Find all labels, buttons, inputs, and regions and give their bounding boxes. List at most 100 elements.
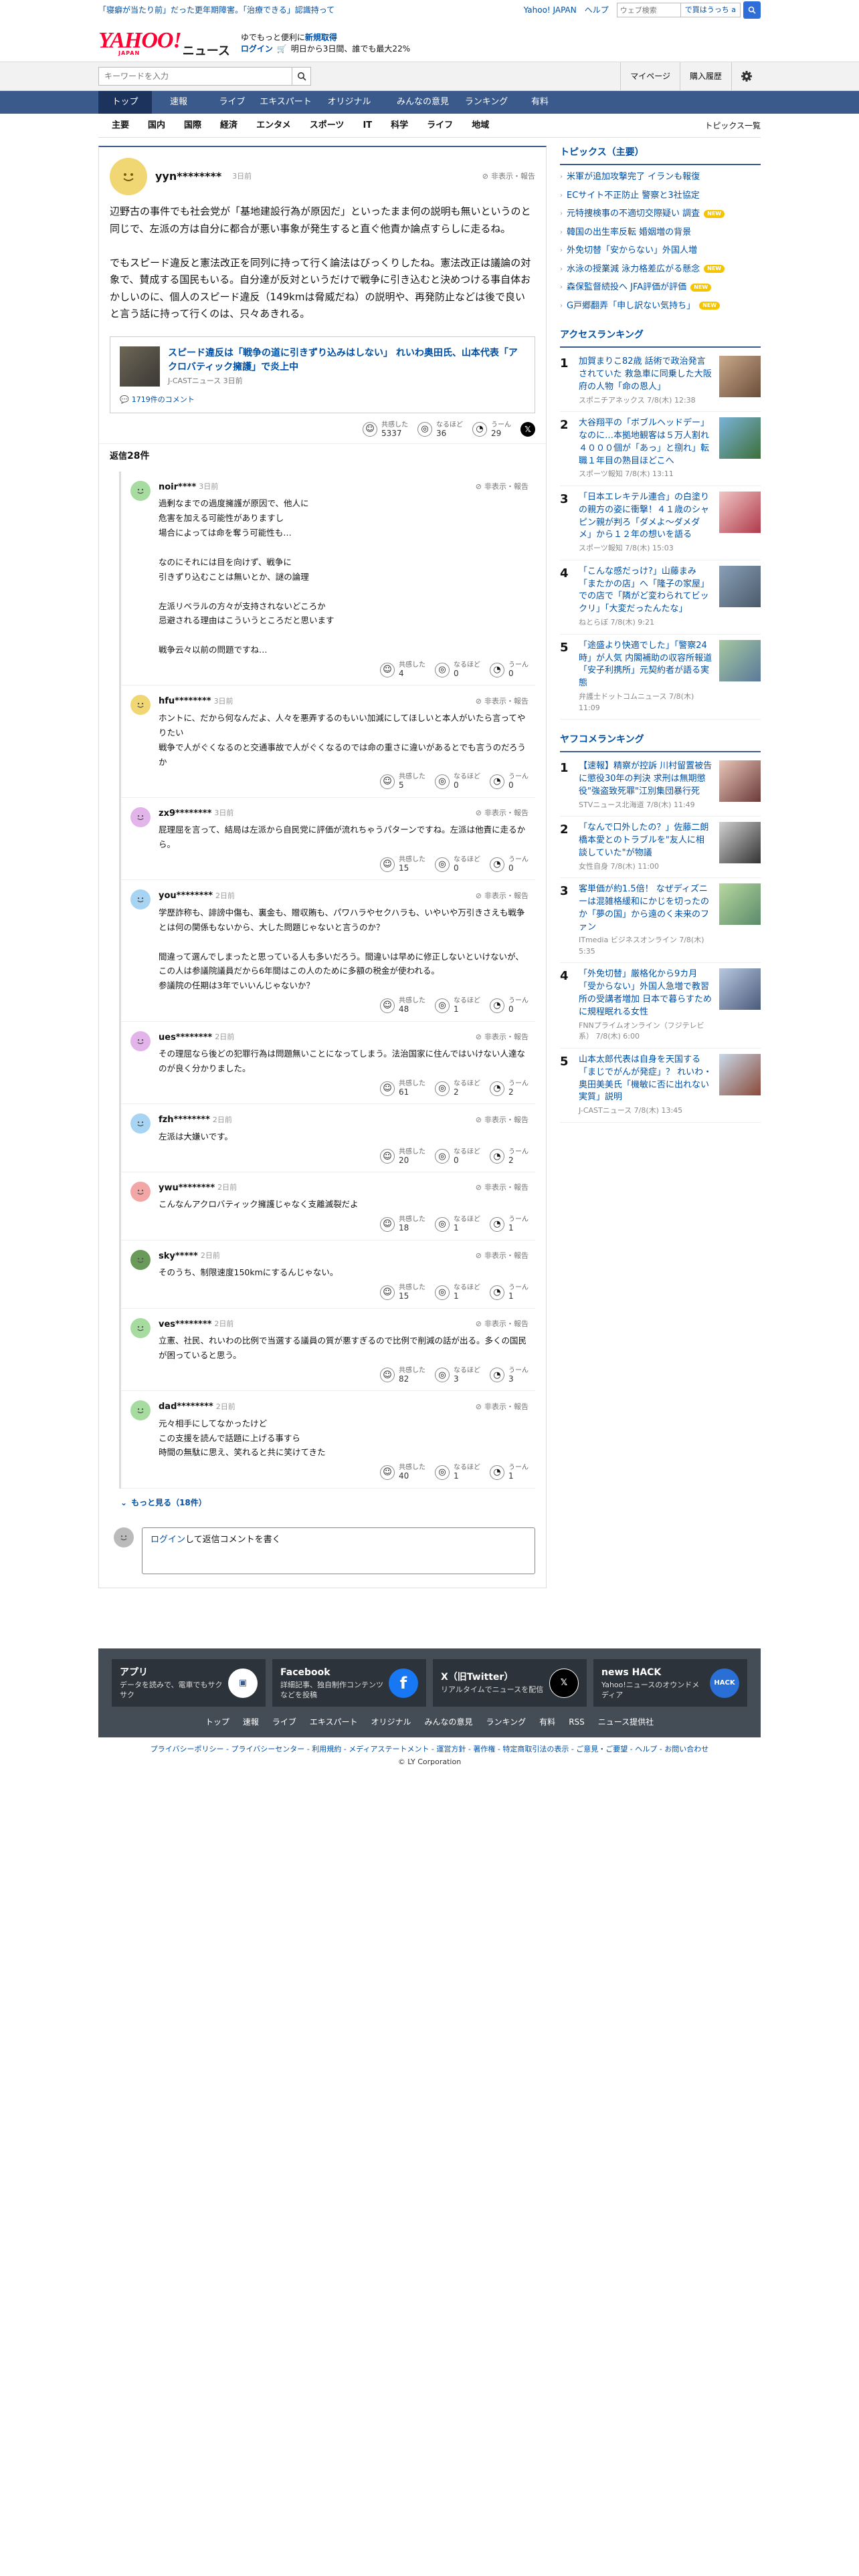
access-ranking-item[interactable]: 3 「日本エレキテル連合」の白塗りの親方の姿に衝撃！４１歳のシャピン親が判ろ「ダメ… — [560, 486, 761, 560]
article-title[interactable]: スピード違反は「戦争の道に引きずり込みはしない」 れいわ奥田氏、山本代表「アクロ… — [168, 346, 525, 374]
react-agree-button[interactable]: ☺ 共感した 20 — [380, 1148, 425, 1165]
topic-item[interactable]: › ECサイト不正防止 警察と3社協定 — [560, 187, 761, 205]
hide-report-button[interactable]: ⊘ 非表示・報告 — [476, 1319, 529, 1330]
topic-item[interactable]: › 韓国の出生率反転 婚姻増の背景 — [560, 223, 761, 242]
yahoo-japan-link[interactable]: Yahoo! JAPAN — [524, 4, 577, 16]
reply-user[interactable]: dad******** — [159, 1400, 213, 1414]
react-agree-button[interactable]: ☺ 共感した 15 — [380, 1284, 425, 1301]
reply-user[interactable]: hfu******** — [159, 695, 211, 708]
react-think-button[interactable]: ◎ なるほど 0 — [435, 856, 480, 873]
show-more-button[interactable]: ⌄ もっと見る（18件） — [110, 1489, 535, 1517]
react-hmm-button[interactable]: ◔ うーん 3 — [490, 1367, 529, 1384]
subnav-sports[interactable]: スポーツ — [300, 119, 354, 132]
comment-ranking-item[interactable]: 2 「なんで口外したの？」佐藤二朗 橋本愛とのトラブルを"友人に相談していた"が物… — [560, 817, 761, 879]
react-hmm-button[interactable]: ◔ うーん 1 — [490, 1284, 529, 1301]
footer-link[interactable]: ランキング — [486, 1716, 527, 1728]
react-think-button[interactable]: ◎ なるほど 36 — [417, 421, 463, 438]
promo-link[interactable]: 「寝癖が当たり前」だった更年期障害。「治療できる」認識持って — [98, 4, 335, 16]
react-hmm-button[interactable]: ◔ うーん 0 — [490, 661, 529, 678]
react-think-button[interactable]: ◎ なるほど 1 — [435, 997, 480, 1014]
nav-opinions[interactable]: みんなの意見 — [386, 91, 460, 114]
comment-ranking-item[interactable]: 5 山本太郎代表は自身を天国する「まじでがんが発症」？ れいわ・奥田美美氏「機敏に… — [560, 1049, 761, 1123]
footer-link[interactable]: ニュース提供社 — [598, 1716, 654, 1728]
react-hmm-button[interactable]: ◔ うーん 1 — [490, 1464, 529, 1481]
react-agree-button[interactable]: ☺ 共感した 48 — [380, 997, 425, 1014]
footer-link[interactable]: 速報 — [243, 1716, 259, 1728]
footer-card-app[interactable]: アプリ データを読みで、電車でもサクサク ▣ — [112, 1658, 266, 1707]
keyword-search-button[interactable] — [292, 67, 311, 86]
react-hmm-button[interactable]: ◔ うーん 29 — [472, 421, 511, 438]
subnav-world[interactable]: 国際 — [175, 119, 211, 132]
comment-ranking-item[interactable]: 4 「外免切替」厳格化から9カ月「受からない」外国人急増で教習所の受講者増加 日本… — [560, 963, 761, 1049]
nav-expert[interactable]: エキスパート — [259, 91, 312, 114]
reply-input[interactable]: ログインして返信コメントを書く — [142, 1527, 535, 1574]
subnav-local[interactable]: 地域 — [462, 119, 498, 132]
reply-user[interactable]: you******** — [159, 889, 213, 903]
subnav-main[interactable]: 主要 — [98, 119, 138, 132]
react-think-button[interactable]: ◎ なるほど 0 — [435, 773, 480, 790]
react-hmm-button[interactable]: ◔ うーん 1 — [490, 1216, 529, 1232]
help-link[interactable]: ヘルプ — [585, 4, 609, 16]
reply-login-link[interactable]: ログイン — [151, 1535, 185, 1545]
article-card[interactable]: スピード違反は「戦争の道に引きずり込みはしない」 れいわ奥田氏、山本代表「アクロ… — [110, 336, 535, 413]
web-search-input[interactable] — [616, 3, 681, 17]
topic-item[interactable]: › 元特捜検事の不適切交際疑い 調査 NEW — [560, 205, 761, 223]
hide-report-button[interactable]: ⊘ 非表示・報告 — [476, 1402, 529, 1413]
footer-card-x[interactable]: X（旧Twitter） リアルタイムでニュースを配信 𝕏 — [433, 1658, 587, 1707]
reply-user[interactable]: ywu******** — [159, 1182, 215, 1195]
react-think-button[interactable]: ◎ なるほど 1 — [435, 1284, 480, 1301]
hide-report-button[interactable]: ⊘ 非表示・報告 — [476, 1182, 529, 1194]
access-ranking-item[interactable]: 2 大谷翔平の「ボブルヘッドデー」なのに…本拠地観客は５万人割れ ４０００個が「あ… — [560, 412, 761, 486]
topic-item[interactable]: › 森保監督続投へ JFA評価が評価 NEW — [560, 278, 761, 297]
reply-user[interactable]: sky***** — [159, 1250, 198, 1263]
hide-report-button[interactable]: ⊘ 非表示・報告 — [476, 808, 529, 819]
comment-ranking-item[interactable]: 1 【速報】精察が控訴 川村留置被告に懲役30年の判決 求刑は無期懲役"強盗致死罪… — [560, 755, 761, 817]
reply-user[interactable]: ues******** — [159, 1031, 212, 1045]
nav-ranking[interactable]: ランキング — [460, 91, 513, 114]
access-ranking-item[interactable]: 5 「途盛より快適でした」「警察24時」が人気 内閣補助の収容所報道「安子利携所」… — [560, 635, 761, 720]
web-search-option[interactable]: で買はうっち a — [680, 3, 741, 17]
nav-top[interactable]: トップ — [98, 91, 152, 114]
settings-button[interactable] — [731, 62, 761, 90]
react-hmm-button[interactable]: ◔ うーん 2 — [490, 1148, 529, 1165]
footer-link[interactable]: オリジナル — [371, 1716, 411, 1728]
react-agree-button[interactable]: ☺ 共感した 15 — [380, 856, 425, 873]
web-search-button[interactable] — [743, 1, 761, 19]
purchase-history-link[interactable]: 購入履歴 — [679, 62, 731, 90]
footer-link[interactable]: ライブ — [272, 1716, 296, 1728]
nav-paid[interactable]: 有料 — [513, 91, 567, 114]
subnav-economy[interactable]: 経済 — [211, 119, 247, 132]
reply-user[interactable]: zx9******** — [159, 807, 211, 821]
x-share-icon[interactable]: 𝕏 — [520, 422, 535, 437]
hide-report-button[interactable]: ⊘ 非表示・報告 — [476, 481, 529, 493]
footer-link[interactable]: RSS — [569, 1716, 585, 1728]
topic-item[interactable]: › 水泳の授業減 泳力格差広がる懸念 NEW — [560, 260, 761, 279]
reply-user[interactable]: ves******** — [159, 1318, 211, 1331]
react-agree-button[interactable]: ☺ 共感した 4 — [380, 661, 425, 678]
hide-report-button[interactable]: ⊘ 非表示・報告 — [476, 696, 529, 708]
nav-live[interactable]: ライブ — [205, 91, 259, 114]
access-ranking-item[interactable]: 4 「こんな感だっけ?」山藤まみ「またかの店」へ「隆子の家屋」での店で「隣がど変わ… — [560, 560, 761, 635]
footer-card-facebook[interactable]: Facebook 詳細記事、独自制作コンテンツなどを投稿 f — [272, 1658, 426, 1707]
comment-ranking-item[interactable]: 3 客単価が約1.5倍！ なぜディズニーは混雑格緩和にかじを切ったのか「夢の国」か… — [560, 878, 761, 964]
hide-report-button[interactable]: ⊘ 非表示・報告 — [476, 1032, 529, 1043]
react-agree-button[interactable]: ☺ 共感した 5337 — [363, 421, 408, 438]
react-think-button[interactable]: ◎ なるほど 1 — [435, 1216, 480, 1232]
react-think-button[interactable]: ◎ なるほど 3 — [435, 1367, 480, 1384]
hide-report-button[interactable]: ⊘ 非表示・報告 — [476, 891, 529, 902]
footer-link[interactable]: みんなの意見 — [425, 1716, 473, 1728]
nav-breaking[interactable]: 速報 — [152, 91, 205, 114]
nav-original[interactable]: オリジナル — [312, 91, 386, 114]
policy-links[interactable]: プライバシーポリシー - プライバシーセンター - 利用規約 - メディアステー… — [98, 1737, 761, 1755]
subnav-it[interactable]: IT — [353, 119, 381, 132]
topics-list-link[interactable]: トピックス一覧 — [704, 120, 761, 132]
footer-link[interactable]: トップ — [205, 1716, 229, 1728]
footer-link[interactable]: 有料 — [539, 1716, 555, 1728]
react-agree-button[interactable]: ☺ 共感した 18 — [380, 1216, 425, 1232]
footer-card-newshack[interactable]: news HACK Yahoo!ニュースのオウンドメディア HACK — [593, 1658, 747, 1707]
keyword-input[interactable] — [98, 67, 292, 86]
react-think-button[interactable]: ◎ なるほど 0 — [435, 1148, 480, 1165]
mypage-link[interactable]: マイページ — [620, 62, 680, 90]
react-think-button[interactable]: ◎ なるほど 1 — [435, 1464, 480, 1481]
react-think-button[interactable]: ◎ なるほど 2 — [435, 1080, 480, 1097]
